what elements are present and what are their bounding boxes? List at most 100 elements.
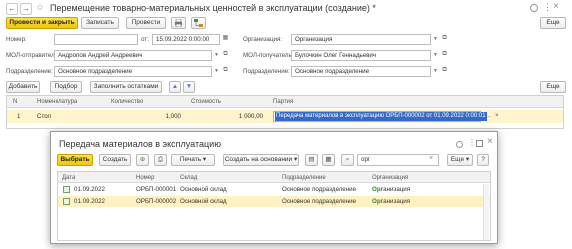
fill-remains-button[interactable]: Заполнить остатками	[90, 81, 162, 93]
selection-dialog: Передача материалов в эксплуатацию ⋮ × В…	[50, 131, 498, 244]
find-icon[interactable]: ⌕	[341, 154, 354, 166]
chevron-down-icon[interactable]: ▼	[214, 52, 219, 58]
table-row[interactable]	[58, 184, 490, 195]
row-number: ОРБП-000001	[136, 186, 177, 193]
print-label: Печать	[179, 156, 202, 163]
dialog-table: Дата Номер Склад Подразделение Организац…	[57, 171, 491, 241]
help-button[interactable]: ?	[477, 154, 489, 166]
open-icon[interactable]: ⧉	[221, 66, 230, 77]
table-row-selected[interactable]	[58, 196, 490, 207]
header-number: Номер	[136, 175, 155, 181]
create-based-label: Создать на основании	[224, 156, 293, 163]
department-label: Подразделение:	[6, 68, 53, 75]
print-menu-button[interactable]: Печать ▾	[171, 154, 215, 166]
select-button[interactable]: Подбор	[50, 81, 82, 93]
back-button[interactable]: ←	[6, 3, 18, 15]
maximize-icon[interactable]	[476, 140, 483, 147]
number-field[interactable]	[54, 34, 138, 45]
row-number: ОРБП-000002	[136, 198, 177, 205]
open-icon[interactable]: ⧉	[440, 34, 449, 45]
move-up-button[interactable]: ▲	[169, 81, 181, 93]
organization-label: Организация:	[243, 36, 283, 43]
row-date: 01.09.2022	[74, 186, 105, 193]
search-match: Орг	[372, 186, 384, 193]
row-date: 01.09.2022	[74, 198, 105, 205]
organization-field[interactable]: Организация	[291, 34, 431, 45]
post-button[interactable]: Провести	[126, 17, 166, 29]
kebab-menu-icon[interactable]: ⋮	[543, 2, 552, 13]
open-icon[interactable]: ⧉	[221, 50, 230, 61]
posted-document-icon	[63, 198, 70, 205]
header-warehouse: Склад	[180, 175, 198, 181]
department2-label: Подразделение:	[243, 68, 290, 75]
department2-field[interactable]: Основное подразделение	[291, 66, 431, 77]
close-icon[interactable]: ×	[487, 136, 493, 147]
print-icon[interactable]: ⎙	[154, 154, 167, 166]
create-button[interactable]: Создать	[99, 154, 131, 166]
page-title: Перемещение товарно-материальных ценност…	[50, 3, 376, 13]
row-department: Основное подразделение	[282, 198, 357, 205]
forward-button[interactable]: →	[20, 3, 32, 15]
org-rest: анизация	[383, 198, 411, 205]
receiver-label: МОЛ-получатель:	[243, 52, 294, 59]
org-rest: анизация	[383, 186, 411, 193]
print-icon[interactable]	[171, 17, 186, 29]
posted-document-icon	[63, 186, 70, 193]
row-cost: 1 000,00	[238, 113, 263, 120]
date-label: от:	[141, 36, 149, 43]
row-warehouse: Основной склад	[180, 198, 227, 205]
save-button[interactable]: Записать	[81, 17, 119, 29]
link-icon[interactable]	[456, 141, 463, 148]
choose-button[interactable]: Выбрать	[57, 154, 93, 166]
open-icon[interactable]: ⧉	[440, 50, 449, 61]
add-button[interactable]: Добавить	[6, 81, 40, 93]
close-icon[interactable]: ×	[553, 1, 559, 12]
sender-field[interactable]: Андропов Андрей Андреевич	[54, 50, 212, 61]
dialog-more-label: Еще	[450, 156, 465, 163]
create-based-on-button[interactable]: Создать на основании ▾	[223, 154, 299, 166]
chevron-down-icon[interactable]: ▼	[214, 68, 219, 74]
move-down-button[interactable]: ▼	[183, 81, 195, 93]
post-and-close-button[interactable]: Провести и закрыть	[6, 17, 78, 29]
report-icon[interactable]: ▤	[305, 154, 318, 166]
dialog-table-header	[58, 172, 490, 183]
batch-value: Передача материалов в эксплуатацию ОРБП-…	[275, 112, 487, 121]
chevron-down-icon[interactable]: ▼	[433, 68, 438, 74]
date-field[interactable]: 15.09.2022 0:00:00	[152, 34, 220, 45]
header-item: Номенклатура	[37, 99, 78, 105]
batch-clear-button[interactable]: ×	[495, 112, 499, 119]
chevron-down-icon[interactable]: ▼	[433, 52, 438, 58]
table: N Номенклатура Количество Стоимость Парт…	[6, 95, 564, 129]
link-icon[interactable]	[530, 4, 538, 12]
search-input[interactable]: орг	[357, 154, 439, 166]
scrollbar[interactable]	[483, 184, 489, 240]
more-menu-button[interactable]: Еще	[540, 17, 566, 29]
dialog-more-button[interactable]: Еще ▾	[447, 154, 473, 166]
department-field[interactable]: Основное подразделение	[54, 66, 212, 77]
row-item: Стол	[37, 113, 52, 120]
header-qty: Количество	[111, 99, 144, 105]
table-more-button[interactable]: Еще	[540, 81, 566, 93]
header-batch: Партия	[273, 99, 294, 105]
number-label: Номер:	[6, 36, 27, 43]
header-n: N	[13, 99, 18, 105]
document-structure-icon[interactable]	[191, 17, 206, 29]
open-icon[interactable]: ⧉	[440, 66, 449, 77]
row-department: Основное подразделение	[282, 186, 357, 193]
header-cost: Стоимость	[191, 99, 222, 105]
clear-search-icon[interactable]: ×	[429, 155, 433, 162]
chevron-down-icon[interactable]: ▼	[433, 36, 438, 42]
calendar-icon[interactable]: ▦	[221, 34, 230, 45]
row-organization: Организация	[372, 186, 410, 193]
row-organization: Организация	[372, 198, 410, 205]
table-icon[interactable]: ▦	[322, 154, 335, 166]
favorite-star-icon[interactable]: ☆	[36, 2, 44, 13]
receiver-field[interactable]: Булочкин Олег Геннадьевич	[291, 50, 431, 61]
kebab-menu-icon[interactable]: ⋮	[468, 138, 476, 147]
batch-choose-button[interactable]: …	[485, 112, 491, 119]
row-n: 1	[17, 113, 21, 120]
row-qty: 1,000	[165, 113, 181, 120]
row-warehouse: Основной склад	[180, 186, 227, 193]
dialog-title: Передача материалов в эксплуатацию	[59, 139, 221, 149]
copy-icon[interactable]: ⊕	[136, 154, 149, 166]
